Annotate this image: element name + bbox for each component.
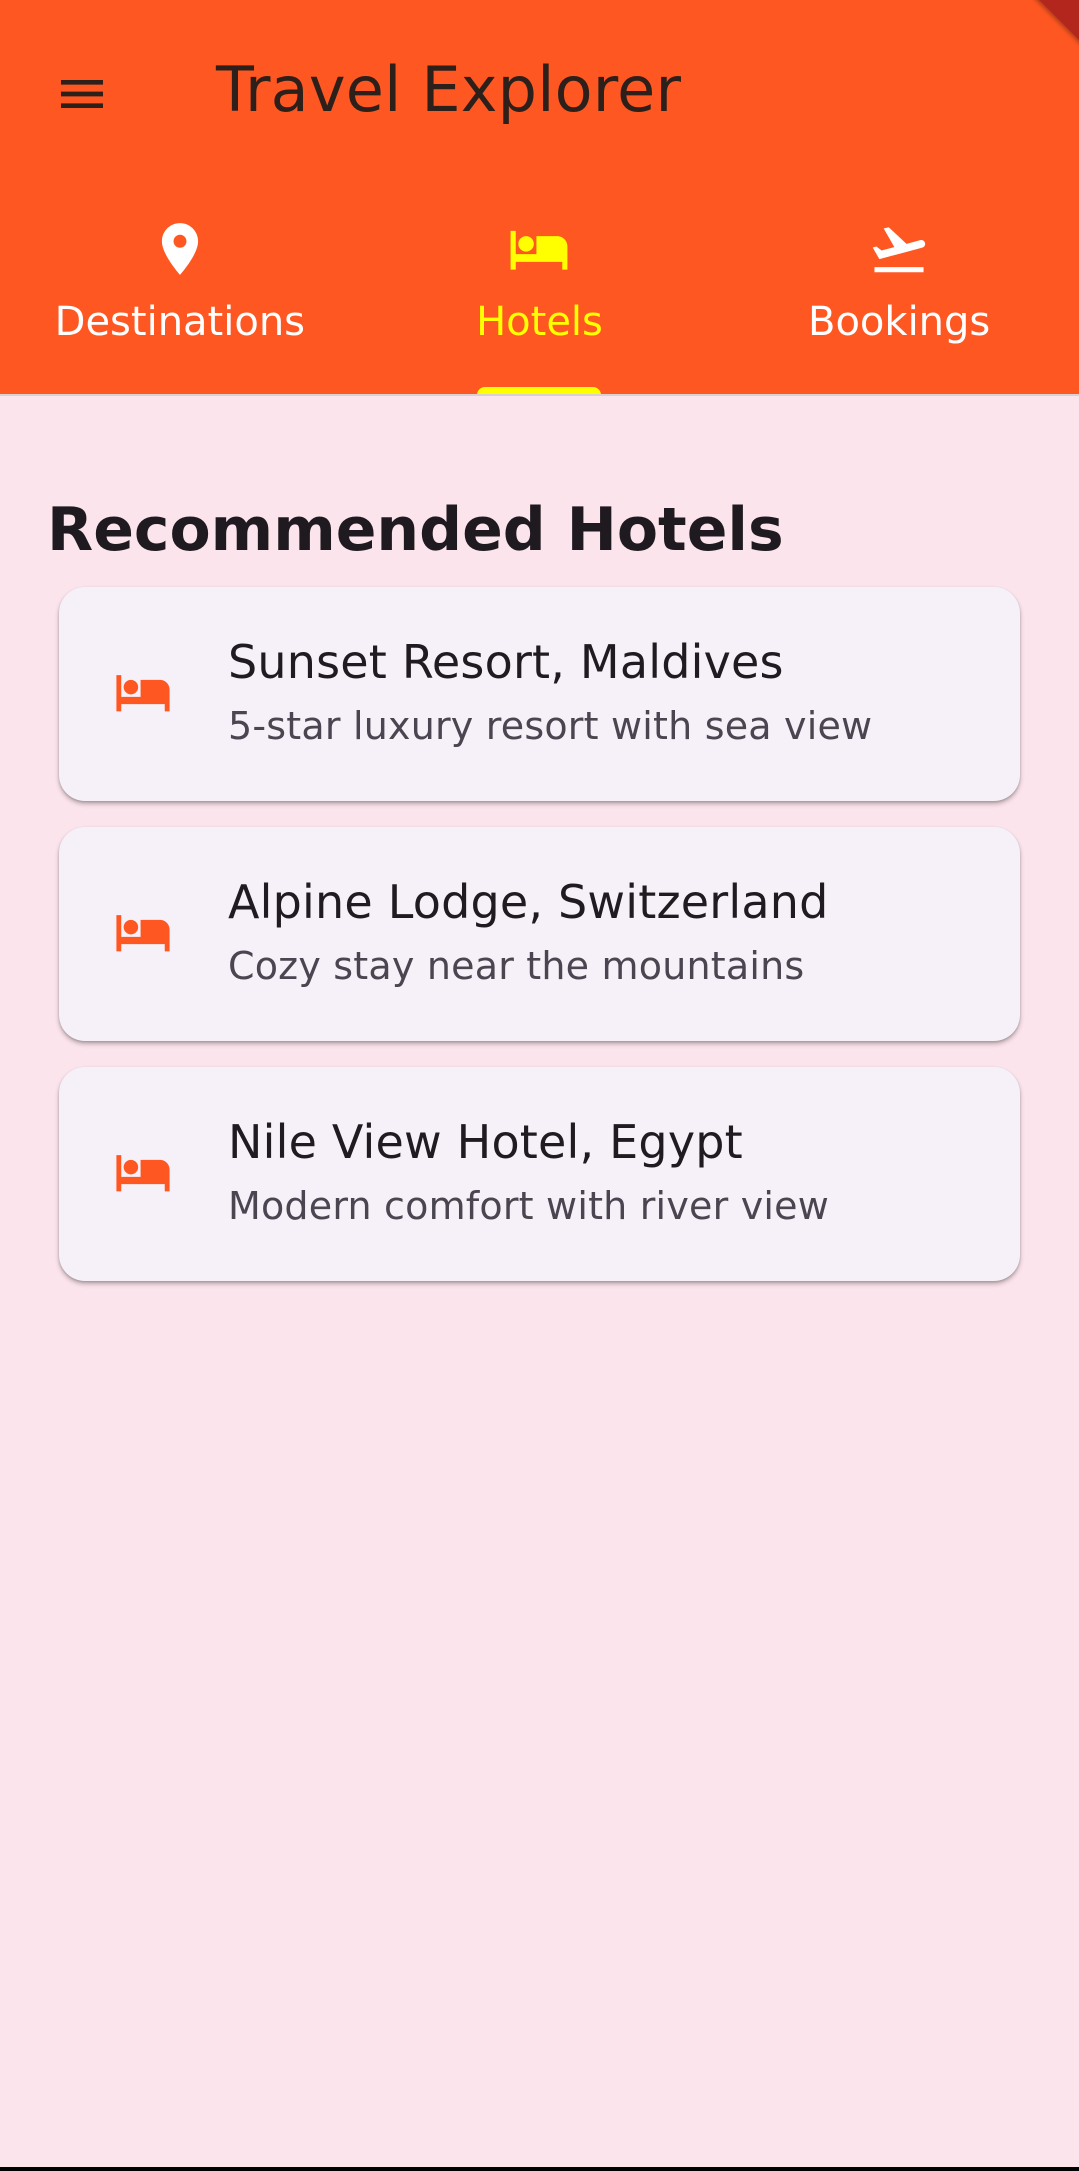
hotel-description: Cozy stay near the mountains: [228, 944, 805, 988]
app-title: Travel Explorer: [216, 53, 682, 126]
hamburger-menu-icon: [61, 80, 103, 108]
menu-button[interactable]: [42, 54, 122, 134]
tab-label-hotels: Hotels: [476, 299, 603, 345]
app-screen: Travel Explorer Destinations Hotels Book…: [0, 0, 1079, 2171]
hotel-bed-icon: [508, 218, 570, 280]
tab-bookings[interactable]: Bookings: [719, 198, 1079, 396]
tab-label-destinations: Destinations: [54, 299, 306, 345]
tab-bar: Destinations Hotels Bookings: [0, 198, 1079, 396]
screen-bottom-divider: [0, 2167, 1079, 2171]
hotel-name: Alpine Lodge, Switzerland: [228, 875, 829, 929]
hotel-card-alpine-lodge[interactable]: Alpine Lodge, Switzerland Cozy stay near…: [59, 827, 1020, 1041]
hotel-description: Modern comfort with river view: [228, 1184, 829, 1228]
section-title: Recommended Hotels: [47, 495, 784, 566]
hotel-name: Nile View Hotel, Egypt: [228, 1115, 743, 1169]
flight-takeoff-icon: [868, 218, 930, 280]
hotel-name: Sunset Resort, Maldives: [228, 635, 784, 689]
hotel-card-sunset-resort[interactable]: Sunset Resort, Maldives 5-star luxury re…: [59, 587, 1020, 801]
debug-banner: [985, 0, 1079, 66]
hotel-card-nile-view[interactable]: Nile View Hotel, Egypt Modern comfort wi…: [59, 1067, 1020, 1281]
hotel-bed-icon: [108, 663, 178, 721]
app-bar: Travel Explorer Destinations Hotels Book…: [0, 0, 1079, 396]
tab-label-bookings: Bookings: [808, 299, 991, 345]
location-pin-icon: [149, 218, 211, 280]
hotel-description: 5-star luxury resort with sea view: [228, 704, 873, 748]
hotel-bed-icon: [108, 903, 178, 961]
tab-destinations[interactable]: Destinations: [0, 198, 360, 396]
hotel-bed-icon: [108, 1143, 178, 1201]
hotel-list: Sunset Resort, Maldives 5-star luxury re…: [59, 587, 1020, 1307]
hotels-page: Recommended Hotels Sunset Resort, Maldiv…: [0, 396, 1079, 2171]
tab-hotels[interactable]: Hotels: [360, 198, 720, 396]
